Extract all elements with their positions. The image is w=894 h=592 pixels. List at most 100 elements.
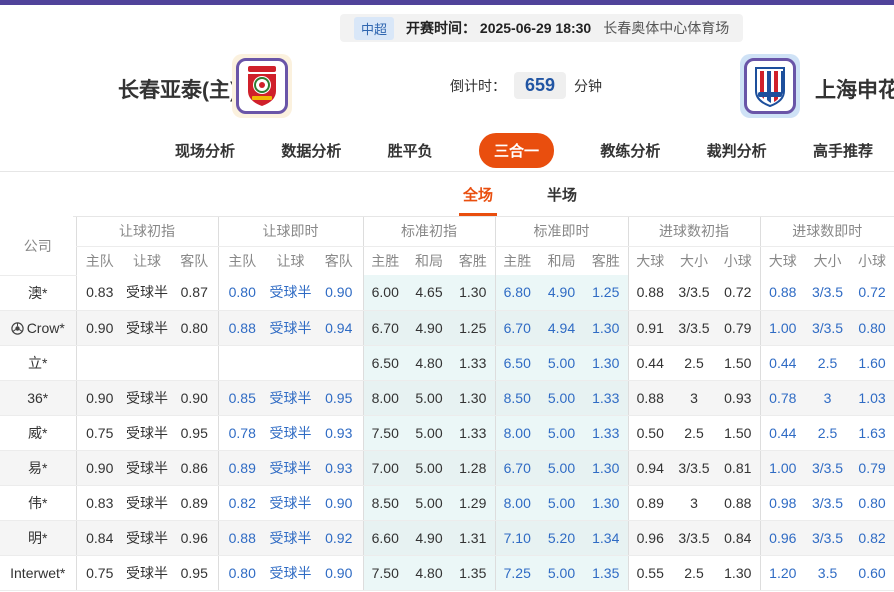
odds-cell-goals_initial: 3 [672, 380, 716, 416]
scope-tab-1[interactable]: 全场 [458, 184, 497, 216]
odds-cell-handicap_live: 0.80 [217, 555, 266, 591]
odds-cell-std_initial: 1.33 [451, 415, 495, 451]
odds-cell-handicap_initial: 受球半 [123, 555, 171, 591]
bookmaker-row: Crow* 0.90 受球半 0.80 0.88 受球半 0.94 6.70 4.90 1.25 6… [0, 310, 894, 346]
nav-tab-1[interactable]: 现场分析 [175, 140, 235, 161]
odds-cell-std_live: 1.33 [584, 415, 628, 451]
odds-cell-handicap_initial: 0.96 [171, 520, 218, 556]
odds-cell-handicap_initial: 0.75 [75, 555, 123, 591]
odds-cell-goals_live: 2.5 [805, 415, 851, 451]
bookmaker-name[interactable]: 36* [0, 380, 76, 416]
group-header-handicap_live: 让球即时 [217, 217, 363, 247]
odds-cell-handicap_live: 0.89 [217, 450, 266, 486]
odds-cell-goals_initial: 0.79 [716, 310, 761, 346]
sub-header: 大球 [627, 246, 672, 275]
nav-tab-6[interactable]: 裁判分析 [707, 140, 767, 161]
nav-tab-2[interactable]: 数据分析 [281, 140, 341, 161]
odds-cell-goals_live: 0.72 [850, 275, 894, 311]
odds-cell-goals_live: 0.78 [759, 380, 806, 416]
sub-header: 和局 [547, 252, 576, 269]
nav-tab-3[interactable]: 胜平负 [388, 140, 433, 161]
odds-cell-goals_live: 1.60 [850, 345, 894, 381]
group-header-goals_live: 进球数即时 [759, 217, 894, 247]
bookmaker-name[interactable]: 易* [0, 450, 76, 486]
odds-cell-handicap_live: 受球半 [266, 415, 315, 451]
sub-header: 主胜 [362, 246, 407, 275]
odds-cell-goals_live: 1.03 [850, 380, 894, 416]
scope-tabs: 全场 半场 [73, 172, 894, 217]
odds-cell-handicap_initial: 0.90 [75, 450, 123, 486]
odds-cell-handicap_live: 0.90 [315, 485, 363, 521]
bookmaker-name[interactable]: 伟* [0, 485, 76, 521]
odds-cell-goals_live: 3/3.5 [805, 450, 851, 486]
countdown-label: 倒计时： [450, 77, 506, 94]
odds-cell-std_initial: 6.00 [362, 275, 407, 311]
sub-header: 客胜 [458, 252, 487, 269]
odds-cell-std_initial: 5.00 [407, 450, 451, 486]
odds-cell-std_initial: 1.30 [451, 275, 495, 311]
bookmaker-row: 立* 6.50 4.80 1.33 6.50 5.00 1.30 0.44 2.5 1.50 0.4… [0, 345, 894, 381]
odds-cell-goals_initial: 0.96 [627, 520, 672, 556]
nav-tab-4[interactable]: 三合一 [478, 132, 554, 168]
bookmaker-name[interactable]: 明* [0, 520, 76, 556]
group-header-handicap_initial: 让球初指 [75, 217, 218, 247]
odds-cell-handicap_initial: 受球半 [123, 450, 171, 486]
odds-cell-std_live: 5.00 [539, 555, 584, 591]
odds-cell-goals_initial: 0.72 [716, 275, 761, 311]
odds-cell-std_initial: 1.30 [451, 380, 495, 416]
sub-header: 主胜 [494, 246, 539, 275]
odds-cell-handicap_live: 0.85 [217, 380, 266, 416]
top-accent-bar [0, 0, 894, 5]
bookmaker-name[interactable]: 澳* [0, 275, 76, 311]
nav-tab-7[interactable]: 高手推荐 [813, 140, 873, 161]
odds-cell-goals_initial: 3/3.5 [672, 520, 716, 556]
odds-cell-goals_initial: 0.88 [627, 380, 672, 416]
odds-cell-handicap_live: 0.88 [217, 520, 266, 556]
odds-cell-goals_live: 3/3.5 [805, 275, 851, 311]
match-info-bar: 中超 开赛时间： 2025-06-29 18:30 长春奥体中心体育场 [0, 14, 894, 42]
odds-cell-std_live: 5.20 [539, 520, 584, 556]
nav-tab-5[interactable]: 教练分析 [600, 140, 660, 161]
bookmaker-name[interactable]: Interwet* [0, 555, 76, 591]
odds-cell-goals_initial: 0.88 [627, 275, 672, 311]
group-header-goals_initial: 进球数初指 [627, 217, 761, 247]
away-team-name: 上海申花 [815, 79, 894, 102]
bookmaker-name[interactable]: 威* [0, 415, 76, 451]
bookmaker-row: 明* 0.84 受球半 0.96 0.88 受球半 0.92 6.60 4.90 1.31 7.10… [0, 520, 894, 556]
odds-cell-handicap_live: 受球半 [266, 485, 315, 521]
kickoff-time: 开赛时间： 2025-06-29 18:30 [406, 20, 592, 36]
odds-cell-std_live: 8.50 [494, 380, 539, 416]
odds-cell-goals_live: 0.82 [850, 520, 894, 556]
sub-header: 小球 [723, 252, 752, 269]
venue-name: 长春奥体中心体育场 [603, 20, 730, 36]
odds-cell-std_live: 1.30 [584, 310, 628, 346]
odds-cell-std_initial: 4.90 [407, 310, 451, 346]
odds-cell-goals_initial: 3 [672, 485, 716, 521]
odds-cell-std_live: 5.00 [539, 485, 584, 521]
odds-cell-goals_initial: 0.93 [716, 380, 761, 416]
league-badge[interactable]: 中超 [354, 16, 395, 40]
main-nav: 现场分析 数据分析 胜平负 三合一 教练分析 裁判分析 高手推荐 [0, 128, 894, 172]
countdown-value: 659 [525, 75, 556, 95]
odds-cell-handicap_live: 0.80 [217, 275, 266, 311]
countdown: 倒计时： 659 分钟 [450, 72, 602, 99]
odds-cell-goals_live: 1.00 [759, 450, 806, 486]
bookmaker-name[interactable]: Crow* [0, 310, 76, 346]
odds-cell-handicap_initial: 0.86 [171, 450, 218, 486]
odds-cell-std_initial: 4.80 [407, 345, 451, 381]
bookmaker-name[interactable]: 立* [0, 345, 76, 381]
odds-cell-goals_initial: 3/3.5 [672, 450, 716, 486]
sub-header: 客队 [180, 252, 209, 269]
odds-cell-goals_live: 3/3.5 [805, 520, 851, 556]
scope-tab-2[interactable]: 半场 [543, 184, 581, 216]
odds-cell-goals_live: 0.96 [759, 520, 806, 556]
odds-cell-handicap_live: 受球半 [266, 555, 315, 591]
bookmaker-row: 36* 0.90 受球半 0.90 0.85 受球半 0.95 8.00 5.00 1.30 8.5… [0, 380, 894, 416]
odds-cell-goals_live: 3/3.5 [805, 485, 851, 521]
odds-cell-std_live: 1.30 [584, 485, 628, 521]
odds-cell-std_initial: 1.25 [451, 310, 495, 346]
home-team-name: 长春亚泰(主) [118, 79, 237, 102]
odds-cell-handicap_initial: 0.83 [75, 485, 123, 521]
bookmaker-row: 易* 0.90 受球半 0.86 0.89 受球半 0.93 7.00 5.00 1.28 6.70… [0, 450, 894, 486]
odds-cell-std_initial: 7.00 [362, 450, 407, 486]
